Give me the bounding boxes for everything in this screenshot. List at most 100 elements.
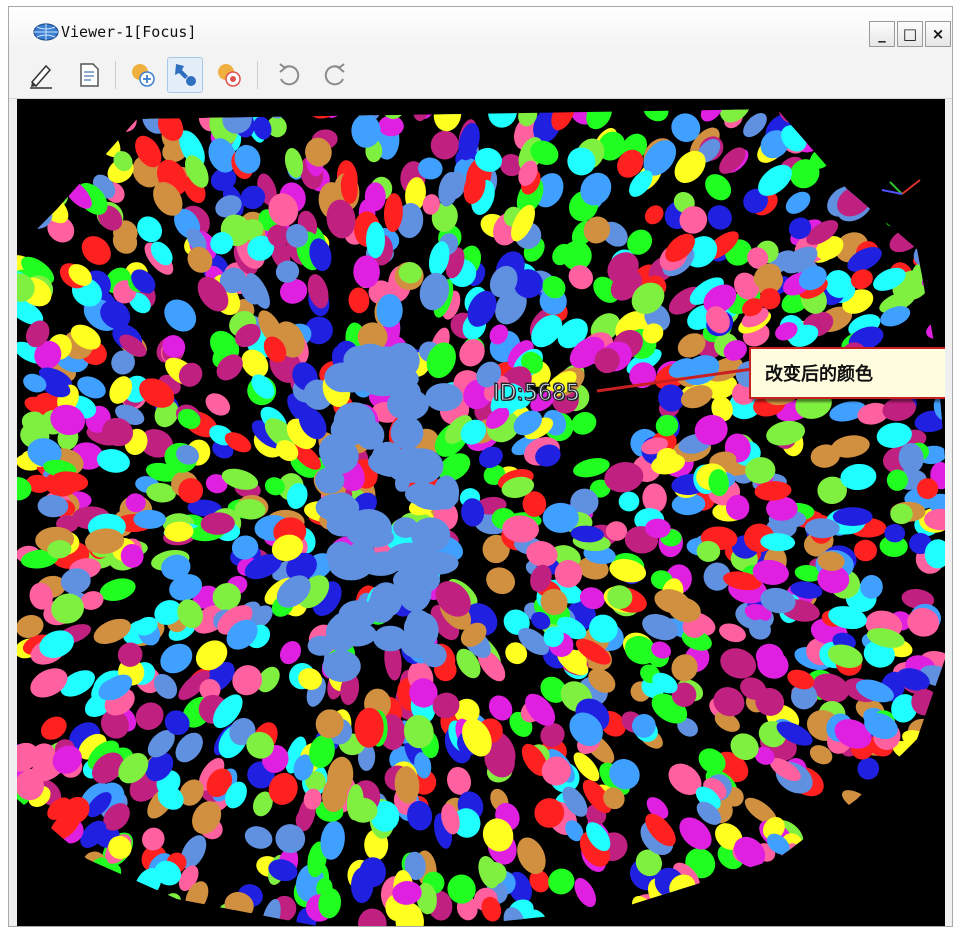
segment-blob[interactable] — [922, 247, 945, 278]
segment-blob[interactable] — [381, 366, 419, 391]
segment-blob[interactable] — [914, 886, 945, 922]
segment-blob[interactable] — [263, 99, 290, 121]
segment-blob[interactable] — [36, 148, 73, 185]
segment-blob[interactable] — [410, 99, 432, 122]
segment-blob[interactable] — [881, 154, 915, 188]
segment-blob[interactable] — [917, 894, 945, 924]
segment-blob[interactable] — [133, 509, 166, 529]
segment-blob[interactable] — [703, 200, 737, 234]
segment-blob[interactable] — [890, 769, 926, 798]
segment-blob[interactable] — [698, 885, 746, 926]
segment-blob[interactable] — [804, 857, 836, 890]
segment-blob[interactable] — [333, 402, 376, 440]
segment-blob[interactable] — [542, 502, 579, 533]
segment-blob[interactable] — [398, 574, 432, 612]
segment-blob[interactable] — [700, 169, 737, 206]
segment-blob[interactable] — [22, 125, 52, 154]
segment-blob[interactable] — [893, 752, 927, 783]
segment-blob[interactable] — [811, 893, 843, 925]
segment-blob[interactable] — [45, 898, 80, 926]
segment-blob[interactable] — [885, 223, 925, 257]
segment-blob[interactable] — [174, 99, 201, 118]
segment-blob[interactable] — [852, 860, 894, 900]
segment-blob[interactable] — [921, 801, 945, 832]
segment-blob[interactable] — [62, 149, 93, 180]
segment-blob[interactable] — [748, 881, 780, 913]
segment-blob[interactable] — [315, 493, 360, 522]
segment-blob[interactable] — [908, 779, 944, 812]
segment-blob[interactable] — [917, 166, 945, 203]
segment-blob[interactable] — [32, 869, 65, 902]
segment-blob[interactable] — [17, 158, 45, 189]
segment-blob[interactable] — [888, 780, 922, 810]
segment-blob[interactable] — [23, 115, 61, 155]
select-point-button[interactable] — [167, 57, 203, 93]
remove-point-button[interactable] — [211, 57, 247, 93]
segment-blob[interactable] — [431, 99, 464, 133]
segment-blob[interactable] — [876, 877, 912, 912]
segment-blob[interactable] — [891, 810, 924, 843]
segment-blob[interactable] — [368, 448, 410, 476]
segment-blob[interactable] — [914, 99, 945, 133]
segment-blob[interactable] — [897, 827, 942, 870]
segment-blob[interactable] — [158, 293, 203, 338]
segment-blob[interactable] — [639, 99, 673, 126]
segment-blob[interactable] — [130, 697, 169, 736]
segment-blob[interactable] — [111, 106, 141, 136]
segment-blob[interactable] — [98, 105, 132, 138]
segment-blob[interactable] — [321, 99, 343, 119]
segment-blob[interactable] — [889, 107, 931, 145]
segment-blob[interactable] — [765, 874, 801, 909]
segment-blob[interactable] — [891, 898, 926, 926]
segment-blob[interactable] — [21, 877, 58, 916]
segment-blob[interactable] — [82, 899, 122, 926]
segment-blob[interactable] — [30, 147, 63, 180]
segment-blob[interactable] — [77, 99, 123, 124]
segment-blob[interactable] — [929, 886, 945, 915]
segment-blob[interactable] — [782, 187, 815, 218]
segment-blob[interactable] — [155, 889, 185, 922]
edit-button[interactable] — [23, 57, 59, 93]
segment-blob[interactable] — [618, 491, 640, 512]
segment-blob[interactable] — [839, 857, 869, 885]
segment-blob[interactable] — [818, 878, 848, 907]
segment-blob[interactable] — [74, 138, 105, 168]
segment-blob[interactable] — [70, 135, 100, 164]
segment-blob[interactable] — [131, 911, 160, 926]
segment-blob[interactable] — [404, 482, 442, 506]
segment-blob[interactable] — [32, 170, 74, 212]
title-bar[interactable]: Viewer-1[Focus] _ □ × — [9, 7, 952, 51]
segment-blob[interactable] — [930, 777, 945, 807]
segment-blob[interactable] — [855, 167, 892, 202]
segment-blob[interactable] — [922, 196, 945, 226]
segment-blob[interactable] — [65, 99, 110, 143]
segment-blob[interactable] — [357, 908, 387, 926]
segment-blob[interactable] — [909, 233, 945, 273]
segment-blob[interactable] — [828, 885, 876, 926]
segment-blob[interactable] — [886, 848, 920, 879]
document-button[interactable] — [71, 57, 107, 93]
segment-blob[interactable] — [918, 838, 945, 873]
segment-blob[interactable] — [333, 616, 365, 643]
segment-blob[interactable] — [393, 517, 418, 538]
redo-button[interactable] — [317, 57, 353, 93]
segment-blob[interactable] — [50, 882, 88, 919]
segment-blob[interactable] — [886, 870, 924, 909]
segment-blob[interactable] — [25, 855, 63, 893]
segment-blob[interactable] — [117, 894, 150, 926]
segment-blob[interactable] — [903, 784, 935, 818]
segment-blob[interactable] — [882, 201, 917, 232]
segment-blob[interactable] — [185, 99, 220, 117]
segment-blob[interactable] — [17, 211, 35, 241]
segment-blob[interactable] — [801, 840, 841, 880]
segment-blob[interactable] — [870, 105, 903, 139]
segment-blob[interactable] — [921, 228, 945, 261]
segment-blob[interactable] — [921, 266, 945, 299]
segment-blob[interactable] — [366, 221, 385, 259]
segment-blob[interactable] — [836, 99, 874, 128]
segment-blob[interactable] — [818, 893, 851, 925]
segment-blob[interactable] — [24, 186, 55, 217]
minimize-button[interactable]: _ — [869, 21, 895, 47]
segment-blob[interactable] — [17, 151, 42, 197]
segment-blob[interactable] — [772, 886, 808, 922]
